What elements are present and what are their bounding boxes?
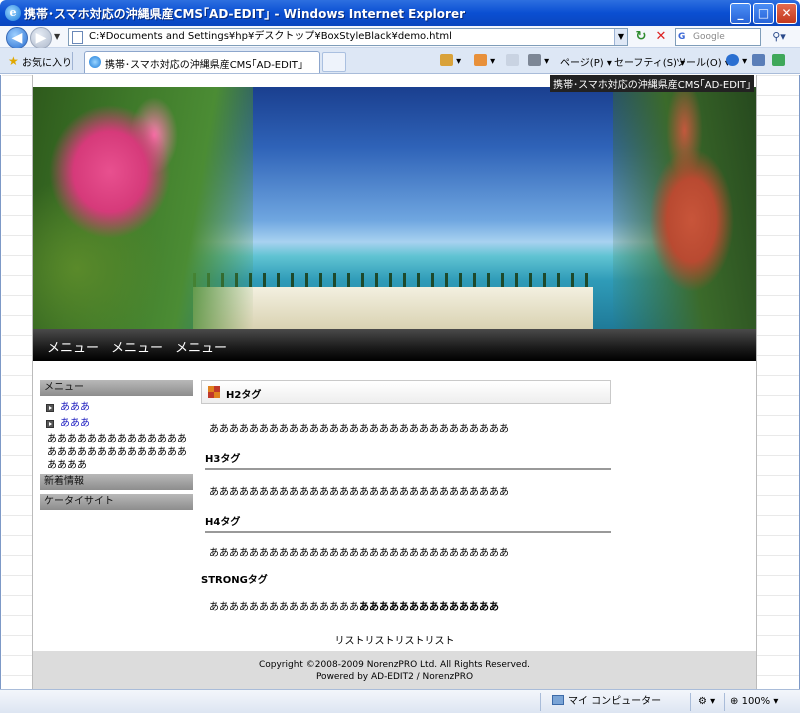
paragraph-2: ああああああああああああああああああああああああああああああ — [209, 487, 509, 498]
paragraph-3: ああああああああああああああああああああああああああああああ — [209, 548, 509, 559]
tab-ie-icon — [89, 56, 101, 68]
squares-icon — [208, 386, 220, 398]
feeds-button[interactable]: ▾ — [474, 54, 495, 67]
footer-copyright: Copyright ©2008-2009 NorenzPRO Ltd. All … — [258, 660, 531, 670]
nav-item-3[interactable]: メニュー — [175, 337, 227, 356]
paragraph-4: あああああああああああああああああああああああああああああ — [209, 598, 499, 613]
nav-item-1[interactable]: メニュー — [47, 337, 99, 356]
header-banner-image — [33, 87, 756, 329]
global-nav: メニュー メニュー メニュー — [33, 329, 756, 361]
messenger-icon — [772, 54, 785, 66]
window-titlebar: e 携帯･スマホ対応の沖縄県産CMS｢AD-EDIT｣ - Windows In… — [0, 0, 800, 26]
help-icon — [726, 54, 739, 66]
h2-heading: H2タグ — [201, 380, 611, 404]
forward-button[interactable]: ▶ — [30, 27, 52, 49]
mail-button[interactable] — [506, 54, 519, 67]
refresh-button[interactable]: ↻ — [632, 29, 650, 45]
safety-menu[interactable]: セーフティ(S) ▾ — [614, 54, 685, 69]
sidebar-link-2[interactable]: あああ — [40, 416, 193, 432]
page-menu[interactable]: ページ(P) ▾ — [560, 54, 612, 69]
tab-toolbar: ★ お気に入り 携帯･スマホ対応の沖縄県産CMS｢AD-EDIT｣ ▾ ▾ ▾ … — [0, 48, 800, 74]
security-zone[interactable]: マイ コンピューター — [552, 694, 661, 710]
h2-heading-text: H2タグ — [226, 390, 262, 401]
site-tagline: 携帯･スマホ対応の沖縄県産CMS｢AD-EDIT｣ — [550, 75, 754, 92]
rss-icon — [474, 54, 487, 66]
new-tab-button[interactable] — [322, 52, 346, 72]
page-background-right — [757, 75, 799, 689]
sidebar-heading-news: 新着情報 — [40, 474, 193, 490]
help-button[interactable]: ▾ — [726, 54, 747, 67]
window-title: 携帯･スマホ対応の沖縄県産CMS｢AD-EDIT｣ - Windows Inte… — [24, 7, 466, 21]
sidebar-link-1[interactable]: あああ — [40, 400, 193, 416]
page-menu-label: ページ(P) — [560, 58, 604, 69]
tools-menu[interactable]: ツール(O) ▾ — [676, 54, 730, 69]
mail-icon — [506, 54, 519, 66]
stop-button[interactable]: ✕ — [652, 29, 670, 45]
back-button[interactable]: ◀ — [6, 27, 28, 49]
printer-icon — [528, 54, 541, 66]
page-background — [2, 75, 32, 689]
zoom-level: 100% — [741, 696, 771, 707]
research-button[interactable] — [752, 54, 765, 67]
page-viewport[interactable]: 携帯･スマホ対応の沖縄県産CMS｢AD-EDIT｣ メニュー メニュー メニュー… — [0, 75, 800, 689]
list-text: リストリストリストリスト — [334, 636, 455, 647]
status-bar: マイ コンピューター ⚙ ▾ ⊕ 100% ▾ — [0, 689, 800, 713]
tools-menu-label: ツール(O) — [676, 58, 722, 69]
messenger-button[interactable] — [772, 54, 785, 67]
footer-powered: Powered by AD-EDIT2 / NorenzPRO — [315, 672, 474, 682]
ie-logo-icon: e — [5, 5, 21, 21]
strong-heading: STRONGタグ — [201, 575, 268, 586]
history-dropdown-icon[interactable]: ▼ — [54, 32, 60, 41]
toolbar-divider — [72, 52, 73, 70]
favorites-button[interactable]: お気に入り — [22, 54, 72, 69]
google-icon: G — [678, 32, 686, 42]
paragraph-1: ああああああああああああああああああああああああああああああ — [209, 424, 509, 435]
protected-mode-button[interactable]: ⚙ ▾ — [698, 694, 715, 710]
nav-item-2[interactable]: メニュー — [111, 337, 163, 356]
site-container: 携帯･スマホ対応の沖縄県産CMS｢AD-EDIT｣ メニュー メニュー メニュー… — [32, 75, 757, 689]
zoom-icon: ⊕ — [730, 696, 739, 707]
sidebar: メニュー あああ あああ あああああああああああああああああああああああああああ… — [40, 380, 193, 510]
sidebar-text: ああああああああああああああああああああああああああああああああ — [47, 434, 187, 471]
sidebar-heading-menu: メニュー — [40, 380, 193, 396]
address-input[interactable]: C:¥Documents and Settings¥hp¥デスクトップ¥BoxS… — [68, 28, 628, 46]
h4-heading: H4タグ — [205, 513, 611, 533]
security-zone-label: マイ コンピューター — [568, 696, 662, 707]
arrow-bullet-icon — [46, 404, 54, 412]
close-button[interactable]: ✕ — [776, 3, 797, 24]
minimize-button[interactable]: _ — [730, 3, 751, 24]
research-icon — [752, 54, 765, 66]
page-icon — [72, 31, 83, 44]
paragraph-4-normal: あああああああああああああああ — [209, 602, 359, 613]
zoom-button[interactable]: ⊕ 100% ▾ — [730, 694, 778, 710]
sidebar-heading-mobile: ケータイサイト — [40, 494, 193, 510]
tab-label: 携帯･スマホ対応の沖縄県産CMS｢AD-EDIT｣ — [105, 60, 303, 71]
h3-heading: H3タグ — [205, 450, 611, 470]
arrow-bullet-icon — [46, 420, 54, 428]
paragraph-4-bold: ああああああああああああああ — [359, 602, 499, 613]
address-dropdown-icon[interactable]: ▼ — [614, 29, 627, 45]
safety-menu-label: セーフティ(S) — [614, 58, 677, 69]
search-button[interactable]: ⚲▾ — [766, 29, 792, 45]
tab-current[interactable]: 携帯･スマホ対応の沖縄県産CMS｢AD-EDIT｣ — [84, 51, 320, 73]
sidebar-link-label: あああ — [60, 402, 90, 413]
print-button[interactable]: ▾ — [528, 54, 549, 67]
home-button[interactable]: ▾ — [440, 54, 461, 67]
computer-icon — [552, 695, 564, 705]
footer: Copyright ©2008-2009 NorenzPRO Ltd. All … — [33, 651, 756, 689]
home-icon — [440, 54, 453, 66]
favorites-star-icon[interactable]: ★ — [8, 54, 19, 68]
sidebar-link-label: あああ — [60, 418, 90, 429]
maximize-button[interactable]: □ — [753, 3, 774, 24]
address-toolbar: ◀ ▶ ▼ C:¥Documents and Settings¥hp¥デスクトッ… — [0, 26, 800, 49]
